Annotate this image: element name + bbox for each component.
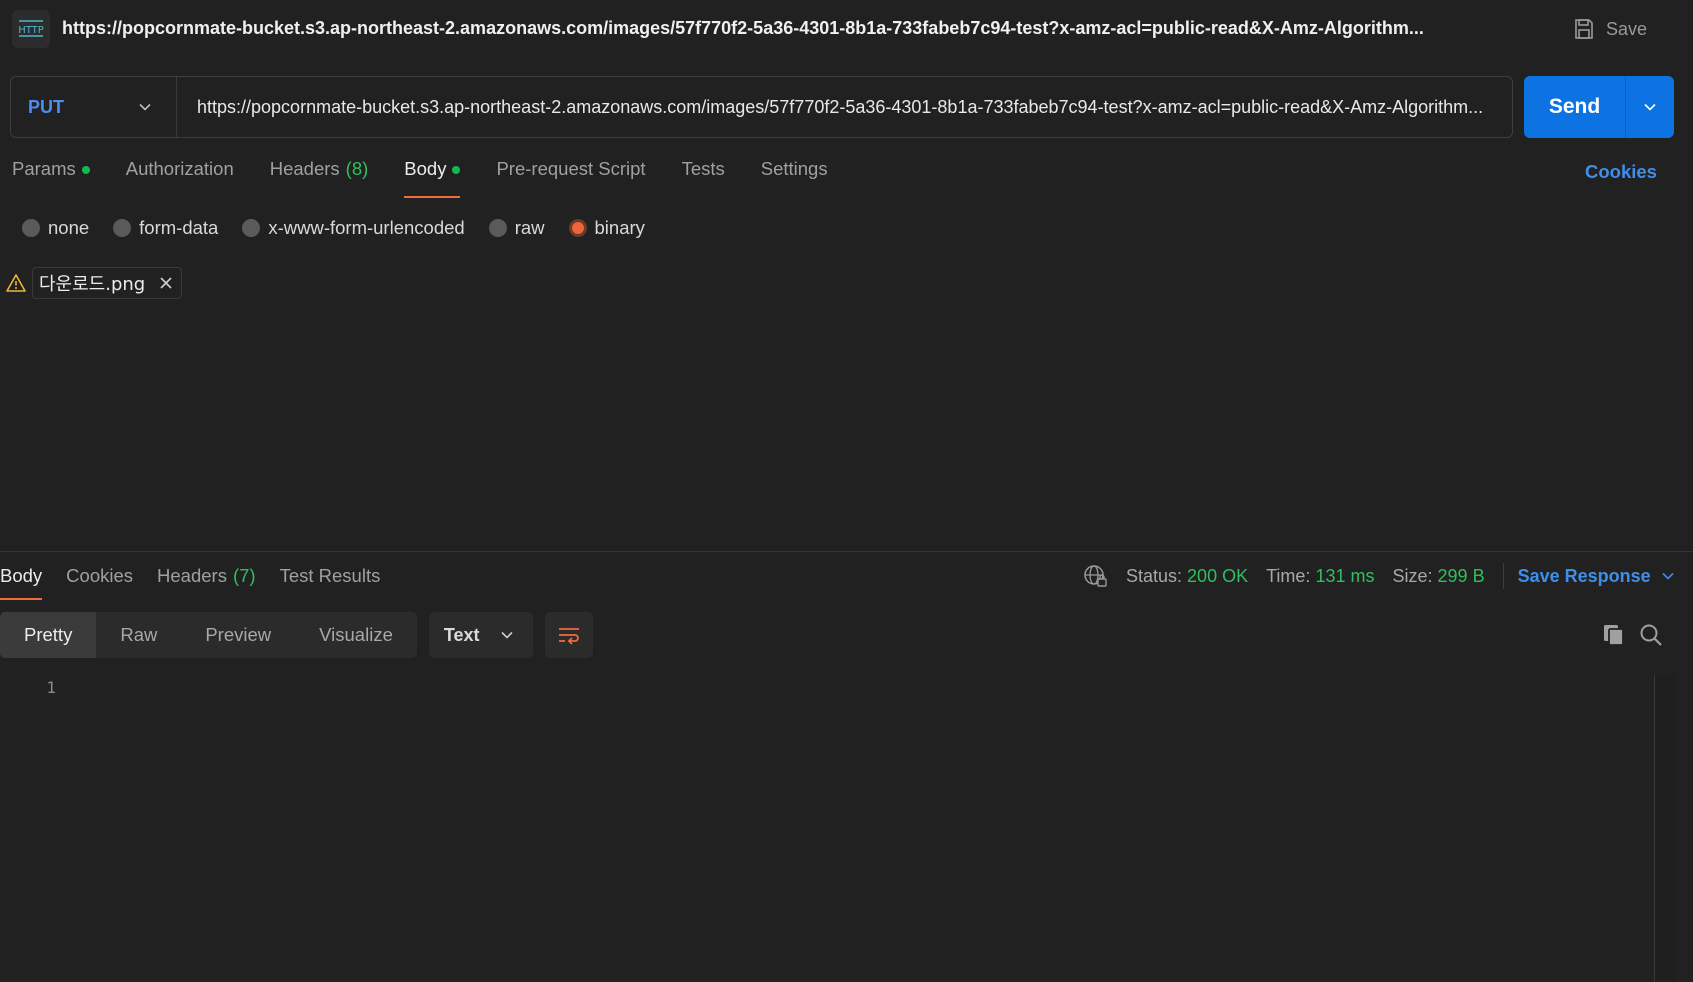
tab-body[interactable]: Body (404, 158, 461, 198)
close-icon (160, 277, 172, 289)
radio-binary-label: binary (594, 217, 645, 238)
wrap-lines-button[interactable] (544, 612, 593, 658)
radio-circle (242, 219, 261, 237)
response-status: Status: 200 OK (1126, 566, 1248, 587)
radio-circle (488, 219, 507, 237)
chevron-down-icon (500, 631, 513, 639)
radio-circle (22, 219, 40, 237)
chevron-down-icon (1662, 572, 1674, 580)
tab-tests-label: Tests (681, 158, 725, 179)
status-label: Status: (1126, 565, 1183, 586)
method-select[interactable]: PUT (11, 77, 177, 137)
radio-form-data-label: form-data (139, 217, 219, 238)
wrap-lines-icon (558, 628, 579, 645)
save-button[interactable]: Save (1572, 14, 1647, 44)
save-icon (1575, 19, 1593, 39)
radio-binary[interactable]: binary (568, 217, 645, 239)
headers-count: (8) (345, 158, 369, 179)
response-tab-headers[interactable]: Headers (7) (157, 565, 256, 600)
time-value: 131 ms (1315, 565, 1375, 586)
search-icon[interactable] (1638, 622, 1664, 653)
network-globe-icon[interactable] (1082, 563, 1108, 589)
params-indicator-dot (81, 166, 90, 174)
http-icon-label: HTTP (18, 25, 44, 36)
request-tabs: Params Authorization Headers (8) Body Pr… (12, 158, 864, 198)
view-mode-segmented: Pretty Raw Preview Visualize (0, 612, 417, 658)
radio-urlencoded[interactable]: x-www-form-urlencoded (242, 217, 465, 239)
response-time[interactable]: Time: 131 ms (1266, 566, 1374, 587)
chevron-down-icon (1644, 103, 1656, 111)
response-tab-body-label: Body (0, 565, 43, 586)
tab-params-label: Params (12, 158, 76, 179)
response-view-bar: Pretty Raw Preview Visualize Text (0, 612, 593, 658)
response-scrollbar[interactable] (1654, 675, 1676, 982)
cookies-link[interactable]: Cookies (1585, 161, 1657, 183)
tab-tests[interactable]: Tests (682, 158, 725, 198)
send-button-group: Send (1524, 76, 1674, 138)
time-label: Time: (1266, 565, 1311, 586)
tab-settings-label: Settings (760, 158, 828, 179)
radio-raw-label: raw (514, 217, 545, 238)
line-number: 1 (46, 678, 56, 697)
tab-body-label: Body (404, 158, 447, 179)
send-options-button[interactable] (1625, 76, 1674, 138)
meta-separator (1502, 563, 1504, 589)
radio-urlencoded-label: x-www-form-urlencoded (268, 217, 465, 238)
tab-prerequest-label: Pre-request Script (496, 158, 646, 179)
response-tabs: Body Cookies Headers (7) Test Results (0, 565, 404, 600)
view-visualize[interactable]: Visualize (295, 612, 417, 658)
request-title[interactable]: https://popcornmate-bucket.s3.ap-northea… (62, 18, 1512, 39)
response-tab-headers-label: Headers (157, 565, 227, 586)
remove-file-button[interactable] (159, 276, 173, 290)
save-response-button[interactable]: Save Response (1518, 566, 1675, 587)
save-response-label: Save Response (1517, 565, 1651, 586)
copy-icon[interactable] (1601, 622, 1627, 653)
tab-headers-label: Headers (269, 158, 340, 179)
response-tab-body[interactable]: Body (0, 565, 43, 600)
tab-params[interactable]: Params (12, 158, 90, 198)
method-label: PUT (28, 96, 64, 117)
format-select[interactable]: Text (428, 612, 533, 658)
size-value: 299 B (1437, 565, 1485, 586)
tab-settings[interactable]: Settings (761, 158, 828, 198)
response-tab-cookies-label: Cookies (66, 565, 134, 586)
radio-form-data[interactable]: form-data (113, 217, 218, 239)
size-label: Size: (1392, 565, 1433, 586)
send-button[interactable]: Send (1524, 95, 1625, 119)
radio-none[interactable]: none (22, 217, 89, 239)
radio-raw[interactable]: raw (488, 217, 545, 239)
tab-headers[interactable]: Headers (8) (270, 158, 369, 198)
file-chip: 다운로드.png (32, 267, 183, 299)
view-pretty[interactable]: Pretty (0, 612, 97, 658)
tab-prerequest-script[interactable]: Pre-request Script (496, 158, 645, 198)
url-bar: PUT (10, 76, 1513, 138)
chevron-down-icon (139, 103, 151, 111)
radio-circle (113, 219, 132, 237)
radio-none-label: none (48, 217, 90, 238)
response-tab-test-results[interactable]: Test Results (280, 565, 381, 600)
status-value: 200 OK (1187, 565, 1249, 586)
format-label: Text (443, 624, 480, 645)
warning-icon (6, 274, 26, 292)
tab-authorization[interactable]: Authorization (126, 158, 234, 198)
save-label: Save (1606, 18, 1648, 39)
binary-file-row: 다운로드.png (6, 267, 183, 299)
view-preview[interactable]: Preview (181, 612, 295, 658)
tab-authorization-label: Authorization (125, 158, 234, 179)
response-tab-cookies[interactable]: Cookies (66, 565, 133, 600)
body-indicator-dot (452, 166, 461, 174)
body-type-radios: none form-data x-www-form-urlencoded raw… (22, 216, 669, 240)
radio-circle-selected (568, 219, 587, 237)
url-input[interactable] (177, 77, 1512, 137)
response-tab-test-results-label: Test Results (279, 565, 381, 586)
response-size[interactable]: Size: 299 B (1392, 566, 1484, 587)
view-raw[interactable]: Raw (96, 612, 181, 658)
http-icon: HTTP (12, 10, 50, 48)
pane-divider[interactable] (0, 551, 1693, 552)
title-bar: HTTP https://popcornmate-bucket.s3.ap-no… (0, 0, 1693, 60)
response-headers-count: (7) (232, 565, 256, 586)
response-meta: Status: 200 OK Time: 131 ms Size: 299 B … (1082, 563, 1675, 589)
file-name: 다운로드.png (39, 274, 146, 295)
